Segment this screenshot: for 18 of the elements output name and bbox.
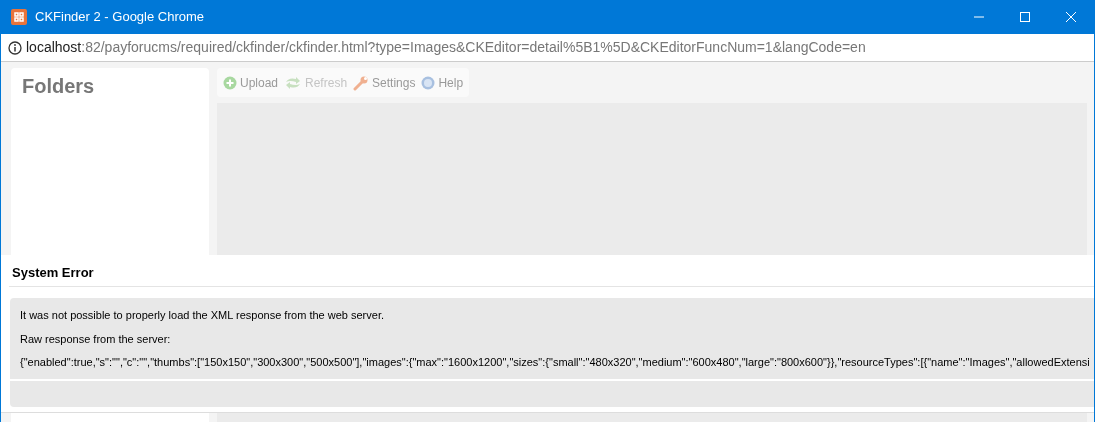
plus-icon xyxy=(223,75,237,90)
window-title: CKFinder 2 - Google Chrome xyxy=(35,8,205,27)
dialog-title: System Error xyxy=(12,264,95,282)
wrench-icon xyxy=(353,74,370,91)
close-icon xyxy=(1066,12,1076,22)
url-path: :82/payforucms/required/ckfinder/ckfinder.html?type=Images&CKEditor=detail%5B1%5D&CKEditorFuncNum=1&langCode=en xyxy=(81,38,866,57)
maximize-icon xyxy=(1020,12,1030,22)
app-icon xyxy=(11,9,27,25)
folders-title: Folders xyxy=(22,75,95,97)
url-host: localhost xyxy=(26,38,82,57)
toolbar-button[interactable]: Help xyxy=(421,73,464,92)
toolbar-button[interactable]: Upload xyxy=(223,73,279,92)
info-icon xyxy=(8,40,22,55)
raw-response-label: Raw response from the server: xyxy=(20,331,172,347)
toolbar-button[interactable]: Settings xyxy=(353,73,416,92)
error-message: It was not possible to properly load the XML response from the web server. xyxy=(20,308,385,323)
raw-response-text: {"enabled":true,"s":"","c":"","thumbs":["150x150","300x300","500x500"],"images":{"max":"1600x1200","sizes":{"small":"480x320","medium":"600x480","large":"800x600"}},"resourceTypes":[{"name":"Images","allowedExtensi xyxy=(20,355,1090,370)
refresh-icon xyxy=(284,75,303,90)
